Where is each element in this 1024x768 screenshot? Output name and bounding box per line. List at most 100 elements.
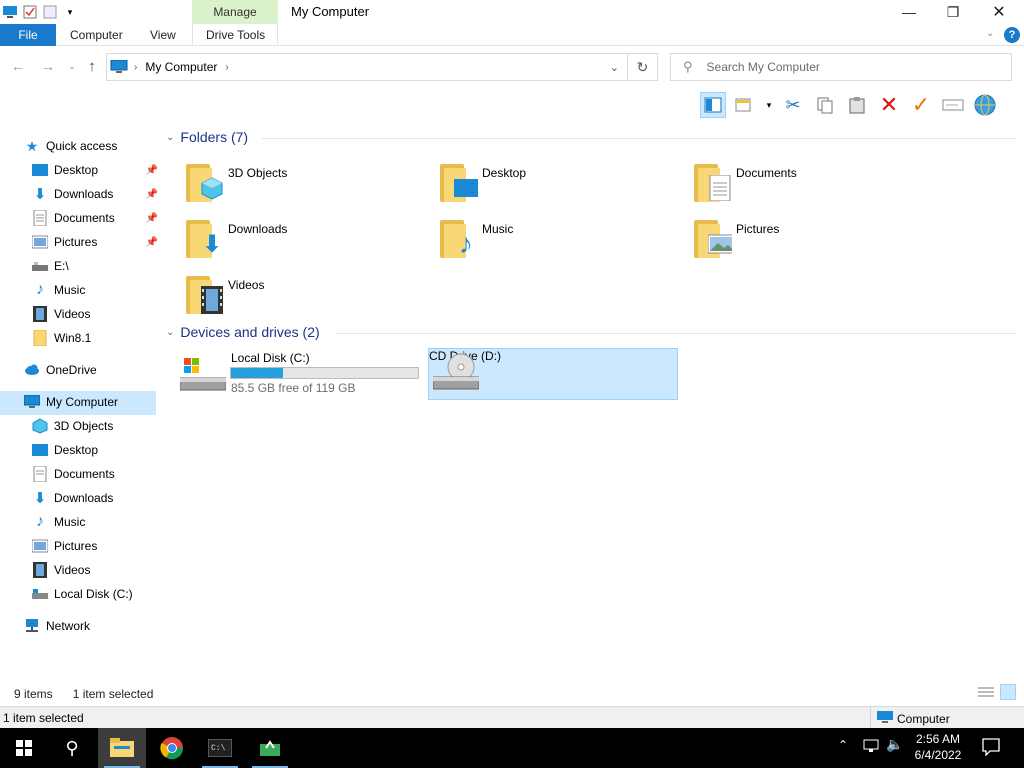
checkmark-icon[interactable]: ✓ (908, 92, 934, 118)
pictures-icon (32, 234, 48, 250)
folder-tile-3d-objects[interactable]: 3D Objects (182, 156, 432, 208)
music-note-icon: ♪ (36, 513, 44, 530)
network-tray-icon[interactable] (862, 738, 880, 757)
music-note-icon: ♪ (459, 228, 473, 259)
tiles-view-icon[interactable] (1000, 684, 1016, 700)
nav-item-documents[interactable]: Documents 📌 (32, 207, 188, 229)
network-globe-icon[interactable] (972, 92, 998, 118)
tab-file[interactable]: File (0, 24, 56, 46)
folder-tile-videos[interactable]: Videos (182, 268, 432, 320)
download-arrow-icon: ⬇ (33, 186, 47, 203)
breadcrumb-chevron-icon[interactable]: › (225, 62, 228, 73)
nav-onedrive[interactable]: OneDrive (24, 359, 180, 381)
search-icon: ⚲ (683, 59, 693, 74)
breadcrumb-my-computer[interactable]: My Computer (145, 60, 217, 74)
nav-pc-music[interactable]: ♪ Music (32, 511, 188, 533)
drive-icon (32, 586, 48, 602)
notification-icon[interactable] (982, 738, 1000, 759)
expand-ribbon-icon[interactable]: ⌄ (986, 28, 994, 39)
search-input[interactable]: Search My Computer (707, 60, 820, 74)
forward-button[interactable]: → (38, 56, 58, 76)
breadcrumb-chevron-icon[interactable]: › (134, 62, 137, 73)
window-title: My Computer (291, 4, 370, 19)
drive-tile-d[interactable]: CD Drive (D:) (428, 348, 678, 400)
properties-icon[interactable] (22, 4, 38, 20)
film-icon (32, 562, 48, 578)
tab-view[interactable]: View (150, 24, 176, 46)
copy-icon[interactable] (812, 92, 838, 118)
nav-item-music[interactable]: ♪ Music (32, 279, 188, 301)
refresh-button[interactable]: ↻ (628, 53, 658, 81)
nav-item-desktop[interactable]: Desktop 📌 (32, 159, 188, 181)
paste-icon[interactable] (844, 92, 870, 118)
folder-icon (694, 162, 732, 202)
nav-item-e-drive[interactable]: E:\ (32, 255, 188, 277)
nav-pc-local-disk[interactable]: Local Disk (C:) (32, 583, 188, 605)
chrome-taskbar-icon[interactable] (148, 728, 196, 768)
folder-tile-pictures[interactable]: Pictures (690, 212, 940, 264)
drives-group-header[interactable]: ⌄ Devices and drives (2) (166, 324, 320, 340)
delete-icon[interactable]: ✕ (876, 92, 902, 118)
folder-tile-documents[interactable]: Documents (690, 156, 940, 208)
nav-pc-3d-objects[interactable]: 3D Objects (32, 415, 188, 437)
folder-tile-downloads[interactable]: ⬇ Downloads (182, 212, 432, 264)
chevron-down-icon[interactable]: ▾ (62, 4, 78, 20)
nav-my-computer[interactable]: My Computer (24, 391, 180, 413)
nav-pc-documents[interactable]: Documents (32, 463, 188, 485)
search-box[interactable]: ⚲ Search My Computer (670, 53, 1012, 81)
file-explorer-taskbar-icon[interactable] (98, 728, 146, 768)
computer-icon (24, 394, 40, 410)
show-hidden-icons-icon[interactable]: ⌃ (838, 738, 848, 752)
help-icon[interactable]: ? (1004, 27, 1020, 43)
manage-context-tab[interactable]: Manage (192, 0, 278, 24)
start-button[interactable] (0, 728, 48, 768)
nav-pc-videos[interactable]: Videos (32, 559, 188, 581)
terminal-taskbar-icon[interactable]: C:\ (196, 728, 244, 768)
nav-item-win81[interactable]: Win8.1 (32, 327, 188, 349)
up-button[interactable]: ↑ (82, 56, 102, 76)
new-folder-icon[interactable] (42, 4, 58, 20)
app-taskbar-icon[interactable] (246, 728, 294, 768)
volume-tray-icon[interactable]: 🔈 (886, 736, 903, 753)
search-taskbar-icon[interactable]: ⚲ (48, 728, 96, 768)
clock[interactable]: 2:56 AM 6/4/2022 (908, 731, 968, 763)
address-bar[interactable]: › My Computer › ⌄ (106, 53, 628, 81)
collapse-chevron-icon[interactable]: ⌄ (166, 132, 174, 143)
navigation-pane-icon[interactable] (700, 92, 726, 118)
minimize-button[interactable]: — (886, 0, 932, 24)
nav-pc-pictures[interactable]: Pictures (32, 535, 188, 557)
tab-computer[interactable]: Computer (70, 24, 123, 46)
folder-icon (694, 218, 732, 258)
chevron-down-icon[interactable]: ▾ (764, 92, 774, 118)
cut-icon[interactable]: ✂ (780, 92, 806, 118)
taskbar: ⚲ C:\ ⌃ 🔈 2:56 AM 6/4/2022 (0, 728, 1024, 768)
details-view-icon[interactable] (978, 686, 994, 701)
layout-icon[interactable] (732, 92, 758, 118)
tab-drive-tools[interactable]: Drive Tools (206, 24, 265, 46)
document-icon (32, 210, 48, 226)
windows-logo-icon (16, 740, 32, 756)
music-note-icon: ♪ (36, 281, 44, 298)
secondary-status-bar: 1 item selected Computer (0, 706, 1024, 729)
cloud-icon (24, 362, 40, 378)
computer-icon (877, 711, 893, 726)
close-button[interactable]: ✕ (976, 0, 1022, 24)
address-dropdown-icon[interactable]: ⌄ (610, 61, 619, 74)
recent-locations-button[interactable]: ⌄ (62, 56, 82, 76)
nav-pc-desktop[interactable]: Desktop (32, 439, 188, 461)
nav-item-downloads[interactable]: ⬇ Downloads 📌 (32, 183, 188, 205)
folders-group-header[interactable]: ⌄ Folders (7) (166, 129, 248, 145)
folder-tile-desktop[interactable]: Desktop (436, 156, 686, 208)
folder-tile-music[interactable]: ♪ Music (436, 212, 686, 264)
back-button[interactable]: ← (8, 56, 28, 76)
nav-item-videos[interactable]: Videos (32, 303, 188, 325)
nav-quick-access[interactable]: ★ Quick access (24, 135, 180, 157)
nav-item-pictures[interactable]: Pictures 📌 (32, 231, 188, 253)
pictures-icon (708, 232, 732, 256)
rename-icon[interactable] (940, 92, 966, 118)
restore-button[interactable]: ❐ (930, 0, 976, 24)
collapse-chevron-icon[interactable]: ⌄ (166, 327, 174, 338)
nav-pc-downloads[interactable]: ⬇ Downloads (32, 487, 188, 509)
cube-icon (200, 176, 224, 200)
nav-network[interactable]: Network (24, 615, 180, 637)
